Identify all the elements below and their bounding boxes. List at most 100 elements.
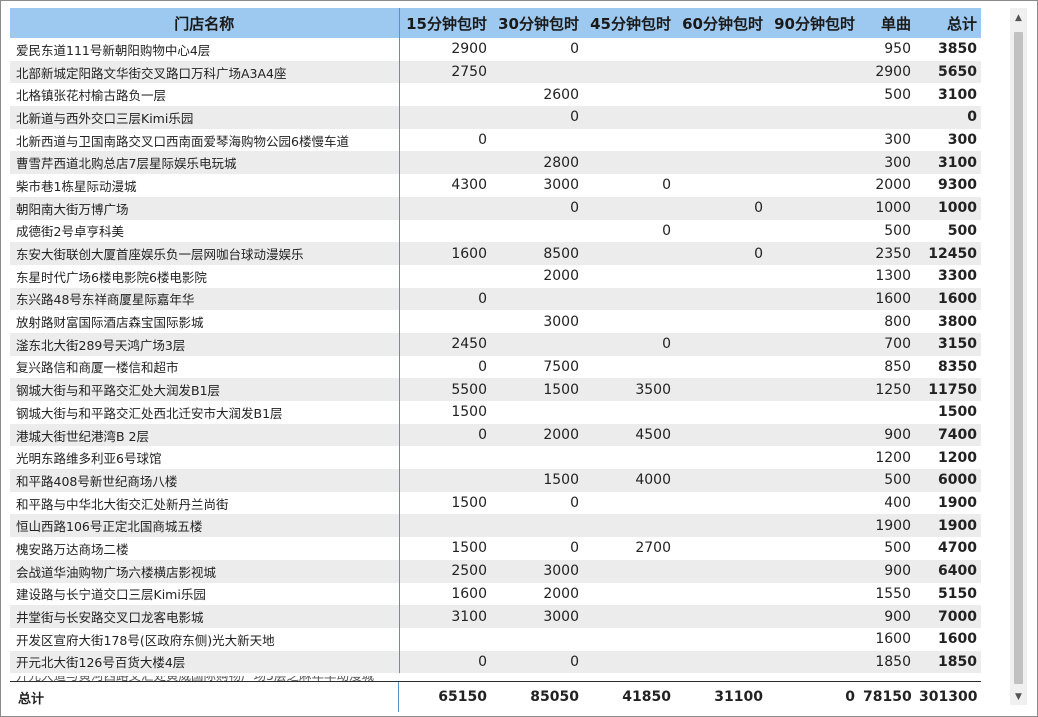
- table-row[interactable]: 开发区宣府大街178号(区政府东侧)光大新天地 1600 1600: [10, 627, 981, 651]
- table-row[interactable]: 钢城大街与和平路交汇处西北迁安市大润发B1层 1500 1500: [10, 401, 981, 424]
- table-row[interactable]: 朝阳南大街万博广场 0 0 1000 1000: [10, 196, 981, 220]
- table-row[interactable]: 曹雪芹西道北购总店7层星际娱乐电玩城 2800 300 3100: [10, 151, 981, 175]
- cell-45min: 2700: [635, 540, 671, 557]
- cell-90min: [767, 605, 859, 628]
- cell-30min: 2000: [543, 585, 579, 602]
- table-row[interactable]: 建设路与长宁道交口三层Kimi乐园 1600 2000 1550 5150: [10, 582, 981, 606]
- cell-60min: [675, 492, 767, 515]
- cell-15min: 1500: [451, 495, 487, 512]
- cell-45min: [583, 401, 675, 424]
- table-row[interactable]: 东安大街联创大厦首座娱乐负一层网咖台球动漫娱乐 1600 8500 0 2350 1245…: [10, 242, 981, 265]
- cell-60min: [675, 220, 767, 243]
- cell-90min: [767, 242, 859, 265]
- table-row[interactable]: 复兴路信和商厦一楼信和超市 0 7500 850 8350: [10, 355, 981, 379]
- table-row[interactable]: 开元北大街126号百货大楼4层 0 0 1850 1850: [10, 650, 981, 674]
- table-row[interactable]: 北格镇张花村榆古路负一层 2600 500 3100: [10, 83, 981, 107]
- column-header-90min[interactable]: 90分钟包时: [767, 8, 859, 38]
- total-60min: 31100: [714, 689, 763, 705]
- cell-45min: [583, 83, 675, 106]
- cell-60min: 0: [675, 242, 767, 265]
- cell-30min: 1500: [491, 378, 583, 401]
- column-header-60min[interactable]: 60分钟包时: [675, 8, 767, 38]
- table-row[interactable]: 会战道华油购物广场六楼横店影视城 2500 3000 900 6400: [10, 559, 981, 583]
- chevron-down-icon[interactable]: ▼: [1010, 689, 1027, 705]
- table-row[interactable]: 爱民东道111号新朝阳购物中心4层 2900 0 950 3850: [10, 38, 981, 61]
- table-row[interactable]: 东星时代广场6楼电影院6楼电影院 2000 1300 3300: [10, 264, 981, 288]
- store-cell: 北新道与西外交口三层Kimi乐园: [10, 106, 400, 129]
- column-header-single[interactable]: 单曲: [859, 8, 915, 38]
- cell-15min: 0: [478, 358, 487, 375]
- store-cell: 柴市巷1栋星际动漫城: [10, 174, 400, 197]
- column-header-15min[interactable]: 15分钟包时: [399, 8, 491, 38]
- cell-30min: 7500: [543, 358, 579, 375]
- table-row[interactable]: 和平路与中华北大街交汇处新丹兰尚街 1500 0 400 1900: [10, 491, 981, 515]
- cell-15min: [399, 469, 491, 492]
- cell-single: 500: [884, 222, 911, 239]
- cell-90min: [767, 220, 859, 243]
- table-total-row: 总计 65150 85050 41850 31100 0 78150 30130…: [10, 681, 981, 712]
- cell-total: 1600: [915, 287, 981, 311]
- cell-total: 9300: [938, 177, 977, 194]
- cell-45min: [583, 242, 675, 265]
- cell-90min: [767, 265, 859, 288]
- cell-45min: [583, 310, 675, 333]
- column-header-total[interactable]: 总计: [915, 8, 981, 38]
- cell-15min: [399, 151, 491, 175]
- cell-single: 1900: [859, 514, 915, 538]
- table-row[interactable]: 和平路408号新世纪商场八楼 1500 4000 500 6000: [10, 469, 981, 492]
- chevron-up-icon[interactable]: ▲: [1010, 10, 1027, 26]
- cell-total: 1500: [938, 404, 977, 421]
- cell-15min: 5500: [399, 378, 491, 401]
- cell-15min: 0: [399, 287, 491, 311]
- cell-single: 950: [884, 41, 911, 58]
- store-cell: 和平路408号新世纪商场八楼: [10, 469, 400, 492]
- cell-30min: [491, 446, 583, 469]
- table-row[interactable]: 东兴路48号东祥商厦星际嘉年华 0 1600 1600: [10, 287, 981, 311]
- table-row[interactable]: 北部新城定阳路文华街交叉路口万科广场A3A4座 2750 2900 5650: [10, 60, 981, 84]
- cell-15min: [399, 628, 491, 651]
- cell-total: 11750: [915, 378, 981, 401]
- table-row[interactable]: 恒山西路106号正定北国商城五楼 1900 1900: [10, 514, 981, 538]
- table-row[interactable]: 北新西道与卫国南路交叉口西南面爱琴海购物公园6楼慢车道 0 300 300: [10, 128, 981, 152]
- column-header-45min[interactable]: 45分钟包时: [583, 8, 675, 38]
- table-row[interactable]: 槐安路万达商场二楼 1500 0 2700 500 4700: [10, 537, 981, 560]
- cell-90min: [767, 378, 859, 401]
- cell-total: 1850: [915, 650, 981, 674]
- scrollbar-thumb[interactable]: [1014, 32, 1023, 684]
- cell-total: 3850: [938, 41, 977, 58]
- cell-90min: [767, 423, 859, 447]
- cell-15min: 2500: [399, 559, 491, 583]
- table-row[interactable]: 井堂街与长安路交叉口龙客电影城 3100 3000 900 7000: [10, 605, 981, 628]
- cell-total: 1000: [915, 196, 981, 220]
- cell-90min: [767, 60, 859, 84]
- column-header-30min[interactable]: 30分钟包时: [491, 8, 583, 38]
- cell-15min: 0: [399, 650, 491, 674]
- table-row[interactable]: 钢城大街与和平路交汇处大润发B1层 5500 1500 3500 1250 11750: [10, 378, 981, 401]
- cell-90min: [767, 583, 859, 606]
- table-row[interactable]: 柴市巷1栋星际动漫城 4300 3000 0 2000 9300: [10, 174, 981, 197]
- table-row[interactable]: 滏东北大街289号天鸿广场3层 2450 0 700 3150: [10, 332, 981, 356]
- total-single: 78150: [863, 689, 912, 705]
- cell-15min: 4300: [451, 177, 487, 194]
- cell-90min: [767, 332, 859, 356]
- cell-total: 0: [915, 106, 981, 129]
- table-row[interactable]: 港城大街世纪港湾B 2层 0 2000 4500 900 7400: [10, 423, 981, 447]
- table-row[interactable]: 成德街2号卓亨科美 0 500 500: [10, 219, 981, 243]
- store-cell: 复兴路信和商厦一楼信和超市: [10, 355, 400, 379]
- cell-60min: [675, 287, 767, 311]
- vertical-scrollbar[interactable]: ▲ ▼: [1010, 8, 1027, 705]
- cell-60min: [675, 83, 767, 106]
- store-cell: 滏东北大街289号天鸿广场3层: [10, 332, 400, 356]
- cell-single: 1000: [859, 196, 915, 220]
- store-cell: 爱民东道111号新朝阳购物中心4层: [10, 38, 400, 61]
- table-row[interactable]: 放射路财富国际酒店森宝国际影城 3000 800 3800: [10, 310, 981, 333]
- cell-30min: 2800: [491, 151, 583, 175]
- cell-90min: [767, 514, 859, 538]
- column-header-store[interactable]: 门店名称: [10, 8, 400, 38]
- cell-60min: [675, 356, 767, 379]
- table-row[interactable]: 光明东路维多利亚6号球馆 1200 1200: [10, 446, 981, 470]
- cell-15min: 1500: [451, 540, 487, 557]
- total-90min: 0: [845, 689, 855, 705]
- cell-15min: 0: [399, 423, 491, 447]
- table-row[interactable]: 北新道与西外交口三层Kimi乐园 0 0: [10, 106, 981, 129]
